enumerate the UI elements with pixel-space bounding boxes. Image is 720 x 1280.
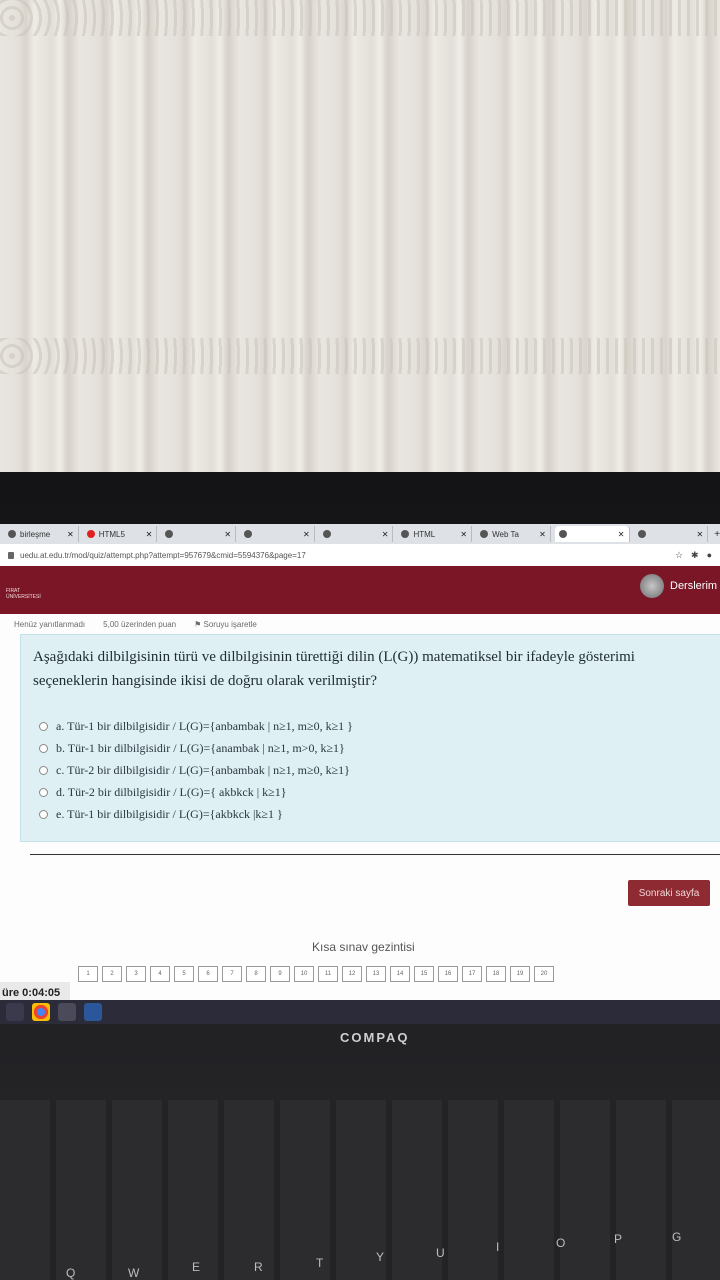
browser-tab[interactable]: ✕ xyxy=(319,526,394,542)
quiz-navigation-title: Kısa sınav gezintisi xyxy=(312,940,415,954)
quiz-nav-box[interactable]: 4 xyxy=(150,966,170,982)
quiz-nav-box[interactable]: 12 xyxy=(342,966,362,982)
radio-e[interactable] xyxy=(39,809,48,819)
answer-option-d[interactable]: d. Tür-2 bir dilbilgisidir / L(G)={ akbk… xyxy=(39,781,353,803)
tab-favicon-icon xyxy=(244,530,253,538)
answer-option-a[interactable]: a. Tür-1 bir dilbilgisidir / L(G)={anbam… xyxy=(39,715,353,737)
browser-tab[interactable]: Web Ta ✕ xyxy=(476,526,551,542)
my-courses-link[interactable]: Derslerim xyxy=(670,580,717,592)
taskview-icon[interactable] xyxy=(6,1003,24,1021)
question-info: Henüz yanıtlanmadı 5,00 üzerinden puan ⚑… xyxy=(14,620,704,634)
question-text: Aşağıdaki dilbilgisinin türü ve dilbilgi… xyxy=(33,649,635,689)
word-icon[interactable] xyxy=(84,1003,102,1021)
quiz-nav-box[interactable]: 9 xyxy=(270,966,290,982)
quiz-nav-box[interactable]: 8 xyxy=(246,966,266,982)
quiz-nav-box[interactable]: 2 xyxy=(102,966,122,982)
quiz-nav-box[interactable]: 19 xyxy=(510,966,530,982)
flag-question-link[interactable]: ⚑ Soruyu işaretle xyxy=(194,620,257,634)
w3schools-icon xyxy=(401,530,410,538)
tab-close-icon[interactable]: ✕ xyxy=(460,530,467,539)
browser-tab[interactable]: HTML ✕ xyxy=(397,526,473,542)
quiz-nav-box[interactable]: 6 xyxy=(198,966,218,982)
radio-c[interactable] xyxy=(39,765,48,775)
browser-tab[interactable]: ✕ xyxy=(634,526,709,542)
question-points: 5,00 üzerinden puan xyxy=(103,620,177,629)
tab-close-icon[interactable]: ✕ xyxy=(303,530,310,539)
new-tab-icon[interactable]: + xyxy=(714,529,720,540)
quiz-navigation-boxes: 1 2 3 4 5 6 7 8 9 10 11 12 13 14 15 16 17 18 19 20 xyxy=(78,966,554,982)
tab-favicon-icon xyxy=(558,530,567,538)
windows-taskbar xyxy=(0,1000,720,1024)
laptop-screen: birleşme ✕ HTML5 ✕ ✕ ✕ ✕ HTML ✕ Web Ta ✕ ✕ ✕… xyxy=(0,524,720,1024)
next-page-button[interactable]: Sonraki sayfa xyxy=(628,880,710,906)
browser-tab[interactable]: HTML5 ✕ xyxy=(83,526,158,542)
radio-a[interactable] xyxy=(39,721,48,731)
radio-d[interactable] xyxy=(39,787,48,797)
quiz-nav-box[interactable]: 7 xyxy=(222,966,242,982)
chrome-icon[interactable] xyxy=(32,1003,50,1021)
answer-option-e[interactable]: e. Tür-1 bir dilbilgisidir / L(G)={akbkc… xyxy=(39,803,353,825)
radio-b[interactable] xyxy=(39,743,48,753)
quiz-nav-box[interactable]: 3 xyxy=(126,966,146,982)
tab-favicon-icon xyxy=(322,530,331,538)
tab-close-icon[interactable]: ✕ xyxy=(224,530,231,539)
quiz-nav-box[interactable]: 18 xyxy=(486,966,506,982)
quiz-nav-box[interactable]: 5 xyxy=(174,966,194,982)
browser-tab[interactable]: ✕ xyxy=(161,526,237,542)
tab-close-icon[interactable]: ✕ xyxy=(539,530,546,539)
laptop-brand-logo: COMPAQ xyxy=(340,1030,410,1045)
file-explorer-icon[interactable] xyxy=(58,1003,76,1021)
avatar[interactable] xyxy=(640,574,664,598)
url-text[interactable]: uedu.at.edu.tr/mod/quiz/attempt.php?atte… xyxy=(20,551,675,560)
quiz-nav-box[interactable]: 11 xyxy=(318,966,338,982)
site-header: FIRAT ÜNİVERSİTESİ Derslerim xyxy=(0,566,720,614)
quiz-nav-box[interactable]: 15 xyxy=(414,966,434,982)
tab-favicon-icon xyxy=(480,530,489,538)
university-logo[interactable]: FIRAT ÜNİVERSİTESİ xyxy=(6,588,41,600)
youtube-icon xyxy=(86,530,95,538)
answer-option-c[interactable]: c. Tür-2 bir dilbilgisidir / L(G)={anbam… xyxy=(39,759,353,781)
tab-favicon-icon xyxy=(8,530,16,538)
question-status: Henüz yanıtlanmadı xyxy=(14,620,86,629)
tab-close-icon[interactable]: ✕ xyxy=(696,530,703,539)
address-bar[interactable]: uedu.at.edu.tr/mod/quiz/attempt.php?atte… xyxy=(0,544,720,567)
question-card: Aşağıdaki dilbilgisinin türü ve dilbilgi… xyxy=(20,634,720,842)
quiz-nav-box[interactable]: 10 xyxy=(294,966,314,982)
flag-icon: ⚑ xyxy=(194,620,204,629)
quiz-nav-box[interactable]: 17 xyxy=(462,966,482,982)
browser-tab[interactable]: birleşme ✕ xyxy=(4,526,79,542)
quiz-nav-box[interactable]: 20 xyxy=(534,966,554,982)
profile-icon[interactable]: ● xyxy=(707,550,712,561)
keyboard: Q W E R T Y U I O P G xyxy=(0,1100,720,1280)
answer-option-b[interactable]: b. Tür-1 bir dilbilgisidir / L(G)={anamb… xyxy=(39,737,353,759)
quiz-nav-box[interactable]: 16 xyxy=(438,966,458,982)
browser-tab-active[interactable]: ✕ xyxy=(554,526,630,542)
browser-tab[interactable]: ✕ xyxy=(240,526,315,542)
window-curtain-background xyxy=(0,0,720,472)
quiz-nav-box[interactable]: 13 xyxy=(366,966,386,982)
browser-tab-bar: birleşme ✕ HTML5 ✕ ✕ ✕ ✕ HTML ✕ Web Ta ✕ ✕ ✕… xyxy=(0,524,720,544)
tab-close-icon[interactable]: ✕ xyxy=(382,530,389,539)
tab-close-icon[interactable]: ✕ xyxy=(618,530,625,539)
tab-close-icon[interactable]: ✕ xyxy=(146,530,153,539)
google-icon xyxy=(165,530,174,538)
answer-options: a. Tür-1 bir dilbilgisidir / L(G)={anbam… xyxy=(39,715,353,825)
star-icon[interactable]: ☆ xyxy=(675,550,683,561)
lock-icon xyxy=(8,551,14,559)
quiz-nav-box[interactable]: 1 xyxy=(78,966,98,982)
extension-icon[interactable]: ✱ xyxy=(691,550,699,561)
quiz-nav-box[interactable]: 14 xyxy=(390,966,410,982)
divider xyxy=(30,854,720,855)
google-icon xyxy=(637,530,646,538)
tab-close-icon[interactable]: ✕ xyxy=(67,530,74,539)
